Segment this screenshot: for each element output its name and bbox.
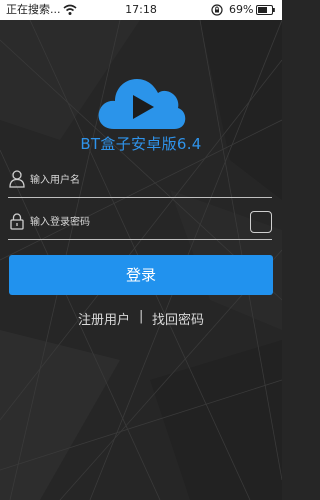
- battery-icon: [256, 5, 275, 15]
- username-underline: [8, 197, 272, 198]
- lock-icon: [10, 213, 24, 230]
- status-bar: 正在搜索... 17:18 69%: [0, 0, 282, 20]
- password-input[interactable]: [30, 212, 240, 232]
- username-input[interactable]: [30, 170, 240, 190]
- account-links: 注册用户 | 找回密码: [0, 309, 282, 328]
- register-link[interactable]: 注册用户: [78, 309, 130, 328]
- link-separator: |: [139, 309, 144, 324]
- battery-percent: 69%: [229, 3, 254, 16]
- app-title: BT盒子安卓版6.4: [80, 135, 202, 153]
- user-icon: [9, 170, 25, 188]
- rotation-lock-icon: [211, 4, 223, 16]
- password-field-row: [8, 206, 272, 240]
- password-underline: [8, 239, 272, 240]
- forgot-password-link[interactable]: 找回密码: [152, 309, 204, 328]
- cloud-play-icon: [98, 79, 186, 129]
- login-button[interactable]: 登录: [9, 255, 273, 295]
- username-field-row: [8, 164, 272, 198]
- show-password-checkbox[interactable]: [250, 211, 272, 233]
